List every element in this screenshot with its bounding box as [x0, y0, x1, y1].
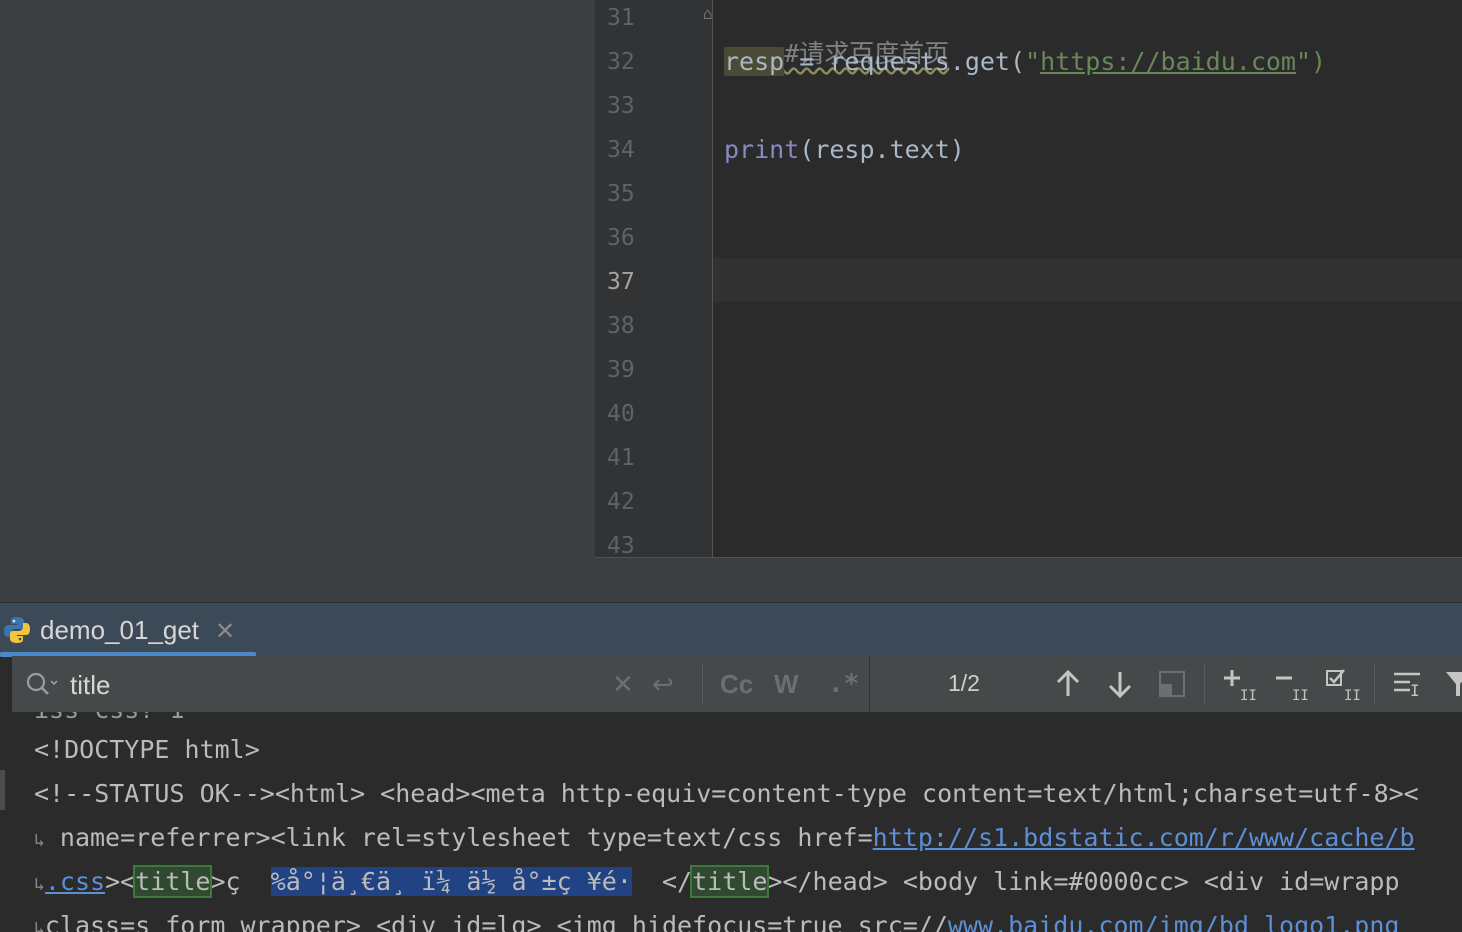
console-line: ↳.css><title>ç %å°¦ä¸€ä¸ ï¼ ä½ å°±ç ¥é· … — [34, 862, 1400, 906]
code-line-31[interactable]: #请求百度首页 — [724, 0, 949, 68]
run-tool-window-tabs: demo_01_get ✕ — [0, 602, 1462, 657]
line-number: 33 — [607, 93, 635, 119]
add-occurrence-icon[interactable]: II — [1220, 666, 1256, 702]
new-line-icon[interactable]: ↩ — [652, 668, 674, 700]
console-text: class=s_form_wrapper> <div id=lg> <img h… — [44, 911, 948, 932]
string-quote: " — [1025, 47, 1041, 76]
search-match: title — [690, 865, 770, 898]
separator — [702, 664, 703, 704]
svg-text:II: II — [1240, 688, 1256, 702]
search-icon[interactable] — [24, 670, 58, 698]
line-number: 40 — [607, 401, 635, 427]
line-number: 35 — [607, 181, 635, 207]
soft-wrap-icon: ↳ — [34, 874, 45, 895]
whole-words-icon[interactable]: W — [774, 668, 799, 700]
line-number: 31 — [607, 5, 635, 31]
editor-bottom-strip — [595, 557, 1462, 603]
console-line: ↳class=s_form_wrapper> <div id=lg> <img … — [34, 906, 1399, 932]
line-number: 43 — [607, 533, 635, 557]
console-line: ↳ name=referrer><link rel=stylesheet typ… — [34, 818, 1415, 862]
arrow-down-icon[interactable] — [1102, 666, 1138, 702]
line-number-gutter: 31 32 33 34 35 36 37 38 39 40 41 42 43 — [595, 0, 713, 557]
remove-occurrence-icon[interactable]: II — [1272, 666, 1308, 702]
code-line-34[interactable]: print(resp.text) — [724, 132, 965, 176]
soft-wrap-icon: ↳ — [34, 830, 45, 851]
separator — [1374, 664, 1375, 704]
filter-lines-icon[interactable]: I — [1390, 666, 1426, 702]
console-text: </ — [631, 867, 693, 896]
search-match: title — [133, 865, 213, 898]
project-pane — [0, 0, 595, 602]
console-line: <!--STATUS OK--><html> <head><meta http-… — [34, 779, 1419, 808]
fold-icon[interactable]: ⌂ — [703, 6, 717, 24]
console-link[interactable]: .css — [45, 867, 105, 896]
console-link[interactable]: www.baidu.com/img/bd_logo1.png — [948, 911, 1400, 932]
select-all-occurrences-icon[interactable]: II — [1324, 666, 1360, 702]
line-number: 36 — [607, 225, 635, 251]
match-count: 1/2 — [948, 670, 980, 696]
line-number-active: 37 — [607, 269, 635, 295]
current-line-highlight — [713, 258, 1462, 302]
console-text: name=referrer><link rel=stylesheet type=… — [44, 823, 873, 852]
line-number: 42 — [607, 489, 635, 515]
svg-text:II: II — [1344, 688, 1360, 702]
separator — [869, 656, 870, 712]
arrow-up-icon[interactable] — [1050, 666, 1086, 702]
line-number: 38 — [607, 313, 635, 339]
console-text: ></head> <body link=#0000cc> <div id=wra… — [767, 867, 1400, 896]
tab-label: demo_01_get — [40, 615, 200, 645]
console-text: >ç — [210, 867, 271, 896]
regex-icon[interactable]: .* — [828, 668, 859, 700]
in-selection-icon[interactable] — [1154, 666, 1190, 702]
string-quote: ") — [1295, 47, 1327, 76]
separator — [1204, 664, 1205, 704]
code-line-32[interactable]: resp = requests.get("https://baidu.com") — [724, 44, 1326, 88]
search-field: ✕ ↩ Cc W .* — [12, 656, 869, 712]
tab-demo-01-get[interactable]: demo_01_get ✕ — [0, 603, 256, 657]
line-number: 41 — [607, 445, 635, 471]
console-line: <!DOCTYPE html> — [34, 735, 260, 764]
console-output[interactable]: iss css? 1 <!DOCTYPE html> <!--STATUS OK… — [12, 712, 1462, 932]
soft-wrap-icon: ↳ — [34, 918, 45, 932]
console-text: >< — [105, 867, 136, 896]
selected-text: %å°¦ä¸€ä¸ ï¼ ä½ å°±ç ¥é· — [270, 867, 632, 896]
variable-resp: resp — [724, 47, 785, 76]
line-number: 32 — [607, 49, 635, 75]
svg-text:II: II — [1292, 688, 1308, 702]
match-case-icon[interactable]: Cc — [720, 668, 753, 700]
close-icon[interactable]: ✕ — [215, 617, 235, 646]
console-link[interactable]: http://s1.bdstatic.com/r/www/cache/b — [873, 823, 1415, 852]
search-input[interactable] — [68, 666, 612, 704]
python-icon — [4, 617, 30, 643]
code-text: (resp.text) — [799, 135, 965, 164]
clear-search-icon[interactable]: ✕ — [612, 668, 634, 700]
svg-text:I: I — [1410, 681, 1420, 700]
url-link[interactable]: https://baidu.com — [1040, 47, 1296, 76]
console-search-bar: ✕ ↩ Cc W .* 1/2 II II II I — [12, 656, 1462, 713]
builtin-print: print — [724, 135, 800, 164]
line-number: 34 — [607, 137, 635, 163]
line-number: 39 — [607, 357, 635, 383]
code-text: = requests.get( — [784, 47, 1026, 76]
code-editor[interactable]: 31 32 33 34 35 36 37 38 39 40 41 42 43 ⌂… — [595, 0, 1462, 557]
console-gutter-marker — [0, 770, 5, 810]
funnel-icon[interactable] — [1440, 666, 1462, 702]
